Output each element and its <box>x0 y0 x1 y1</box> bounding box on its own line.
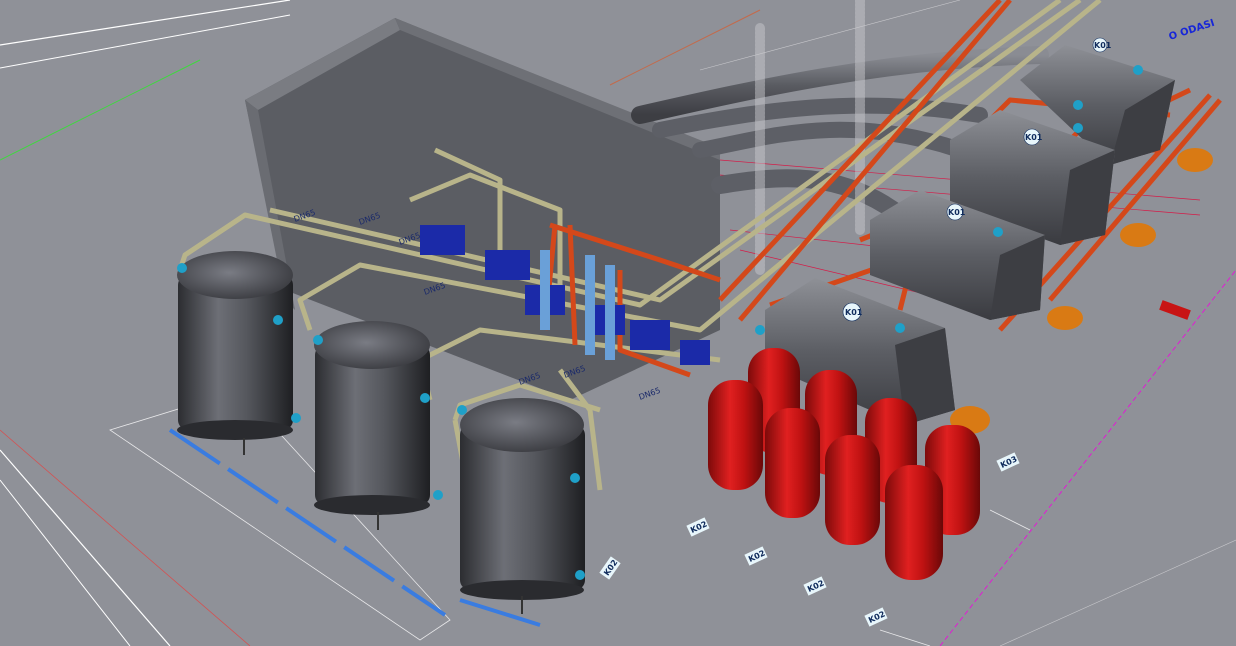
valve-icon <box>273 315 283 325</box>
boiler-tag: K01 <box>948 208 966 217</box>
valve-icon <box>895 323 905 333</box>
pump-icon <box>420 225 465 255</box>
valve-icon <box>1073 100 1083 110</box>
boiler-tag: K01 <box>845 308 863 317</box>
pump-icon <box>680 340 710 365</box>
room-label: O ODASI <box>1168 18 1217 43</box>
callout-label: DN65 <box>638 386 662 402</box>
valve-icon <box>993 227 1003 237</box>
pump-icon <box>485 250 530 280</box>
expansion-vessel-icon <box>885 465 943 580</box>
expansion-vessel-icon <box>765 408 820 518</box>
expansion-vessel-icon <box>825 435 880 545</box>
pump-icon <box>630 320 670 350</box>
storage-tank-icon <box>314 321 430 530</box>
valve-icon <box>177 263 187 273</box>
valve-icon <box>313 335 323 345</box>
valve-icon <box>755 325 765 335</box>
valve-icon <box>575 570 585 580</box>
cad-3d-viewport[interactable]: K01 K01 K01 K01 K02 K02 K02 K02 K02 K03 … <box>0 0 1236 646</box>
expansion-vessel-icon <box>708 380 763 490</box>
valve-icon <box>420 393 430 403</box>
valve-icon <box>570 473 580 483</box>
valve-icon <box>291 413 301 423</box>
storage-tank-icon <box>460 398 585 614</box>
valve-icon <box>1133 65 1143 75</box>
storage-tank-icon <box>177 251 293 455</box>
boiler-tag: K01 <box>1025 133 1043 142</box>
valve-icon <box>457 405 467 415</box>
boiler-tag: K01 <box>1094 41 1112 50</box>
valve-icon <box>1073 123 1083 133</box>
boiler-room-3d-model[interactable]: K01 K01 K01 K01 K02 K02 K02 K02 K02 K03 … <box>0 0 1236 646</box>
valve-icon <box>433 490 443 500</box>
